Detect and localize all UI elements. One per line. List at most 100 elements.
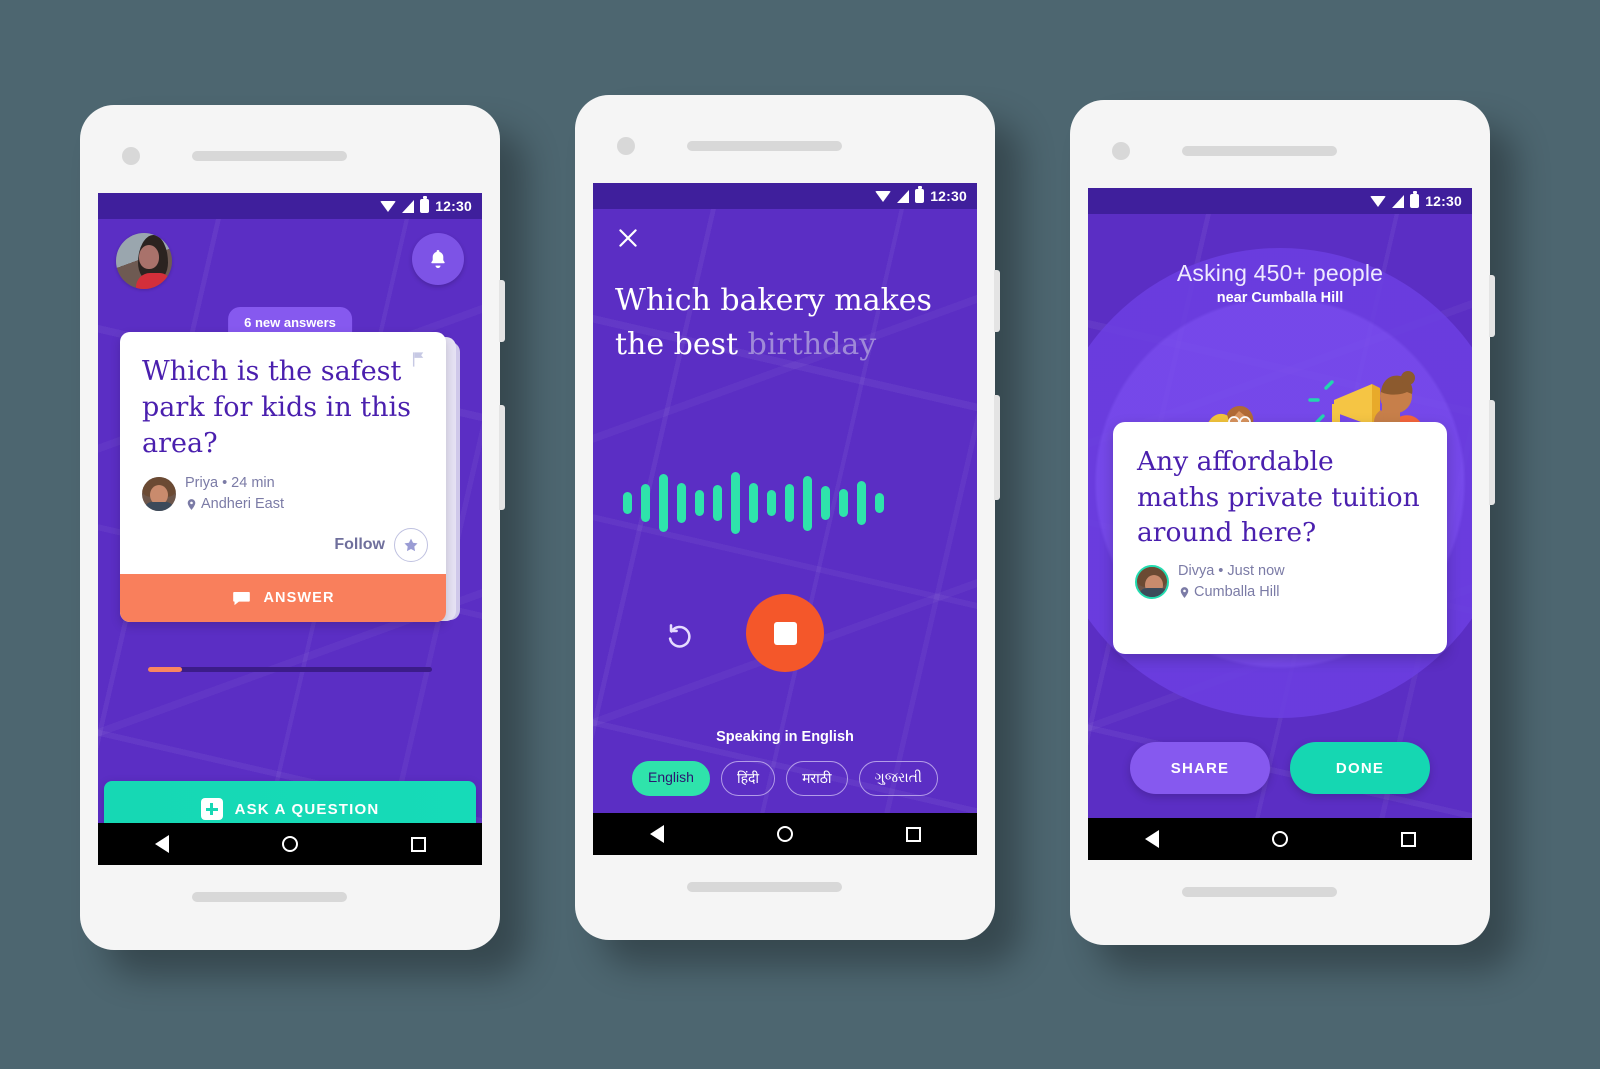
status-bar: 12:30 <box>98 193 482 219</box>
author-avatar <box>142 476 176 511</box>
waveform-bar <box>839 489 848 517</box>
recents-nav-icon[interactable] <box>1400 831 1416 847</box>
earpiece-speaker <box>192 151 347 161</box>
question-meta: Divya • Just now Cumballa Hill <box>1135 561 1425 603</box>
stop-recording-button[interactable] <box>746 594 824 672</box>
close-icon[interactable] <box>615 225 641 251</box>
signal-icon <box>1392 194 1405 208</box>
waveform-bar <box>641 484 650 522</box>
back-nav-icon[interactable] <box>154 835 169 853</box>
speaking-language-label: Speaking in English <box>716 729 854 745</box>
front-camera-icon <box>122 147 140 165</box>
question-card[interactable]: Any affordable maths private tuition aro… <box>1113 422 1447 654</box>
phone-device-1: 12:30 6 new answers Which is the safest … <box>80 105 505 950</box>
question-text: Which is the safest park for kids in thi… <box>142 356 412 460</box>
recents-nav-icon[interactable] <box>905 826 921 842</box>
waveform-bar <box>677 483 686 523</box>
power-button[interactable] <box>994 270 1000 332</box>
transcript-pending: birthday <box>747 326 877 362</box>
follow-button[interactable] <box>394 528 428 562</box>
avatar[interactable] <box>116 233 172 289</box>
earpiece-speaker <box>687 141 842 151</box>
author-name-time: Divya • Just now <box>1178 562 1285 579</box>
recents-nav-icon[interactable] <box>410 836 426 852</box>
stop-square-icon <box>773 621 797 645</box>
chat-bubble-icon <box>233 591 251 605</box>
home-nav-icon[interactable] <box>1271 831 1288 847</box>
screen-question-posted: 12:30 Asking 450+ people near Cumballa H… <box>1088 188 1472 860</box>
waveform-bar <box>623 492 632 514</box>
screen1-content: 6 new answers Which is the safest park f… <box>98 219 482 837</box>
volume-button[interactable] <box>994 395 1000 500</box>
plus-square-icon <box>200 798 223 820</box>
answer-button[interactable]: ANSWER <box>120 574 446 622</box>
bottom-speaker <box>1182 887 1337 897</box>
flag-icon[interactable] <box>409 350 428 369</box>
volume-button[interactable] <box>1489 400 1495 505</box>
front-camera-icon <box>1112 142 1130 160</box>
android-nav-bar <box>98 823 482 865</box>
home-nav-icon[interactable] <box>281 836 298 852</box>
android-nav-bar <box>1088 818 1472 860</box>
android-nav-bar <box>593 813 977 855</box>
waveform-bar <box>659 474 668 532</box>
feed-progress-fill <box>148 667 183 672</box>
home-nav-icon[interactable] <box>776 826 793 842</box>
done-button[interactable]: DONE <box>1290 742 1430 794</box>
answer-label: ANSWER <box>263 590 335 606</box>
notifications-button[interactable] <box>412 233 464 285</box>
asking-subhead: near Cumballa Hill <box>1216 290 1344 306</box>
waveform-bar <box>749 483 758 523</box>
screen2-content: Which bakery makes the best birthday Spe… <box>593 209 977 813</box>
back-nav-icon[interactable] <box>1144 830 1159 848</box>
follow-control[interactable]: Follow <box>334 528 428 562</box>
waveform-bar <box>803 475 812 531</box>
waveform-bar <box>857 481 866 525</box>
bottom-speaker <box>192 892 347 902</box>
power-button[interactable] <box>1489 275 1495 337</box>
battery-icon <box>420 196 430 213</box>
audio-waveform <box>623 469 947 537</box>
asking-headline: Asking 450+ people <box>1176 260 1384 286</box>
earpiece-speaker <box>1182 146 1337 156</box>
waveform-bar <box>713 485 722 521</box>
follow-label: Follow <box>334 536 385 553</box>
wifi-icon <box>1370 195 1387 207</box>
author-location: Andheri East <box>201 495 285 512</box>
back-nav-icon[interactable] <box>649 825 664 843</box>
undo-icon[interactable] <box>665 620 697 652</box>
share-button[interactable]: SHARE <box>1130 742 1270 794</box>
question-text: Any affordable maths private tuition aro… <box>1137 446 1420 548</box>
language-pill[interactable]: ગુજરાતી <box>858 761 938 796</box>
feed-progress-track <box>148 667 432 672</box>
language-pill[interactable]: हिंदी <box>720 761 776 796</box>
language-pill[interactable]: मराठी <box>786 761 848 796</box>
feed-header <box>98 219 482 299</box>
battery-icon <box>1410 191 1420 208</box>
signal-icon <box>402 199 415 213</box>
language-selector: English हिंदी मराठी ગુજરાતી <box>593 761 977 796</box>
front-camera-icon <box>617 137 635 155</box>
bottom-speaker <box>687 882 842 892</box>
asking-header: Asking 450+ people near Cumballa Hill <box>1088 260 1472 306</box>
waveform-bar <box>731 472 740 534</box>
location-pin-icon <box>187 498 196 510</box>
power-button[interactable] <box>499 280 505 342</box>
screen-feed: 12:30 6 new answers Which is the safest … <box>98 193 482 865</box>
location-pin-icon <box>1180 586 1189 598</box>
language-pill[interactable]: English <box>632 761 710 796</box>
volume-button[interactable] <box>499 405 505 510</box>
star-icon <box>404 538 418 552</box>
status-clock: 12:30 <box>1425 193 1462 209</box>
ask-button-label: ASK A QUESTION <box>234 800 380 818</box>
wifi-icon <box>380 200 397 212</box>
question-card[interactable]: Which is the safest park for kids in thi… <box>120 332 446 622</box>
waveform-bar <box>785 484 794 522</box>
waveform-bar <box>875 493 884 513</box>
phone-device-2: 12:30 Which bakery makes the best birthd… <box>575 95 1000 940</box>
status-clock: 12:30 <box>435 198 472 214</box>
status-bar: 12:30 <box>593 183 977 209</box>
author-name-time: Priya • 24 min <box>185 474 275 491</box>
wifi-icon <box>875 190 892 202</box>
screen-record-question: 12:30 Which bakery makes the best birthd… <box>593 183 977 855</box>
